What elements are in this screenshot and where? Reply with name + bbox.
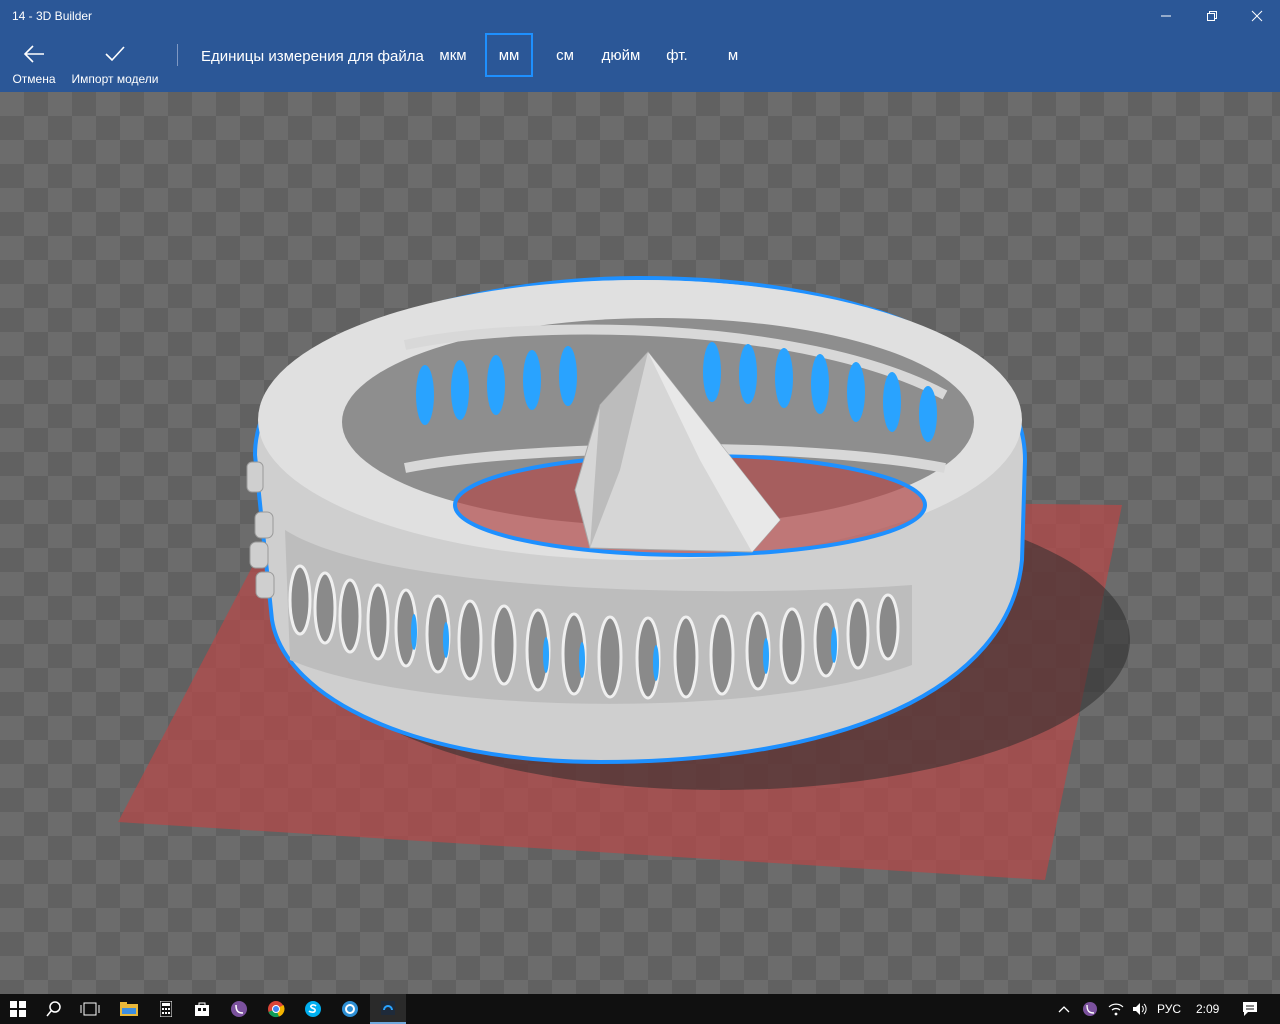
- show-hidden-icons-button[interactable]: [1052, 994, 1076, 1024]
- close-button[interactable]: [1234, 0, 1280, 32]
- speaker-icon: [1133, 1003, 1147, 1015]
- scene-render: [118, 275, 1130, 880]
- unit-micrometer[interactable]: мкм: [432, 33, 474, 77]
- clock[interactable]: 2:09: [1196, 1002, 1219, 1016]
- restore-icon: [1207, 11, 1217, 21]
- skype-icon: [305, 1001, 321, 1017]
- close-icon: [1251, 10, 1263, 22]
- task-view-icon: [80, 1002, 100, 1016]
- chevron-up-icon: [1058, 1006, 1070, 1013]
- app-circle-button[interactable]: [332, 994, 368, 1024]
- toolbar-separator: [177, 44, 178, 66]
- unit-inch[interactable]: дюйм: [596, 33, 646, 77]
- tray-viber-button[interactable]: [1078, 994, 1102, 1024]
- calculator-button[interactable]: [148, 994, 184, 1024]
- store-button[interactable]: [184, 994, 220, 1024]
- notifications-icon: [1243, 1002, 1257, 1016]
- window-title: 14 - 3D Builder: [12, 9, 93, 23]
- file-units-label: Единицы измерения для файла: [201, 48, 424, 65]
- 3d-builder-taskbar-button[interactable]: [370, 994, 406, 1024]
- search-icon: [46, 1001, 61, 1017]
- unit-millimeter[interactable]: мм: [485, 33, 533, 77]
- viber-button[interactable]: [221, 994, 257, 1024]
- windows-logo-icon: [10, 1001, 26, 1017]
- wifi-icon: [1108, 1003, 1124, 1016]
- app-ring-icon: [342, 1001, 358, 1017]
- minimize-button[interactable]: [1143, 0, 1189, 32]
- folder-icon: [120, 1002, 138, 1016]
- 3d-viewport[interactable]: [0, 92, 1280, 994]
- action-center-button[interactable]: [1232, 994, 1268, 1024]
- viber-icon: [231, 1001, 247, 1017]
- volume-button[interactable]: [1128, 994, 1152, 1024]
- unit-meter[interactable]: м: [720, 33, 746, 77]
- unit-foot[interactable]: фт.: [660, 33, 694, 77]
- checkmark-icon: [105, 46, 125, 62]
- task-view-button[interactable]: [72, 994, 108, 1024]
- cancel-button[interactable]: Отмена: [12, 40, 56, 86]
- minimize-icon: [1161, 15, 1171, 17]
- network-button[interactable]: [1104, 994, 1128, 1024]
- file-explorer-button[interactable]: [111, 994, 147, 1024]
- app-bar: 14 - 3D Builder Отмена Импорт модели Еди…: [0, 0, 1280, 92]
- chrome-button[interactable]: [258, 994, 294, 1024]
- cancel-label: Отмена: [12, 72, 56, 86]
- viber-tray-icon: [1083, 1002, 1097, 1016]
- import-model-button[interactable]: Импорт модели: [70, 40, 160, 86]
- search-button[interactable]: [36, 994, 72, 1024]
- calculator-icon: [160, 1001, 172, 1017]
- chrome-icon: [268, 1001, 285, 1018]
- start-button[interactable]: [0, 994, 36, 1024]
- windows-taskbar: РУС 2:09: [0, 994, 1280, 1024]
- store-bag-icon: [195, 1002, 209, 1016]
- unit-centimeter[interactable]: см: [546, 33, 584, 77]
- skype-button[interactable]: [295, 994, 331, 1024]
- input-language-indicator[interactable]: РУС: [1157, 1002, 1181, 1016]
- restore-button[interactable]: [1189, 0, 1235, 32]
- back-arrow-icon: [23, 45, 44, 63]
- import-model-label: Импорт модели: [71, 72, 159, 86]
- 3d-builder-icon: [381, 1001, 395, 1015]
- ring-model[interactable]: [246, 275, 1028, 765]
